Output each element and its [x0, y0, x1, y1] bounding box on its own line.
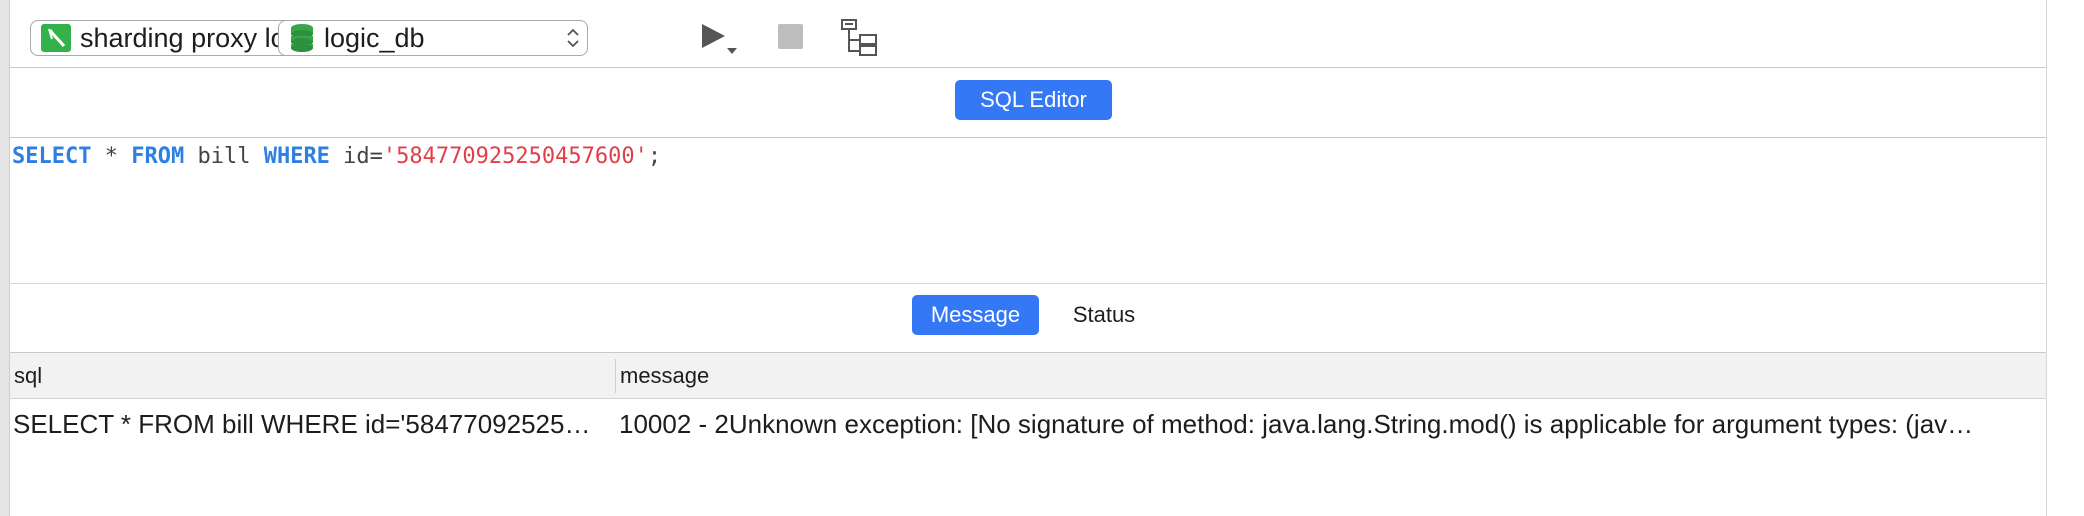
database-select-label: logic_db: [324, 22, 425, 53]
result-grid-header: sql message: [10, 353, 2046, 399]
sql-text: bill: [184, 144, 264, 169]
column-header-message[interactable]: message: [616, 353, 2044, 399]
sql-editor[interactable]: SELECT * FROM bill WHERE id='58477092525…: [10, 138, 2046, 284]
database-select[interactable]: logic_db: [278, 20, 588, 56]
sql-keyword: WHERE: [263, 144, 330, 169]
sql-string-literal: '584770925250457600': [382, 144, 648, 169]
run-query-button[interactable]: [697, 18, 745, 58]
query-toolbar: sharding proxy logic logic_db: [10, 0, 2046, 68]
window-right-edge: [2046, 0, 2084, 516]
sql-text: id=: [329, 144, 383, 169]
table-row[interactable]: SELECT * FROM bill WHERE id='58477092525…: [10, 399, 2046, 449]
tab-status[interactable]: Status: [1050, 295, 1158, 335]
column-header-sql[interactable]: sql: [10, 353, 614, 399]
explain-plan-icon: [840, 19, 880, 62]
stop-query-button[interactable]: [778, 24, 803, 49]
window-left-edge: [0, 0, 10, 516]
select-arrows-icon: [565, 26, 581, 50]
tab-message[interactable]: Message: [912, 295, 1039, 335]
sql-text: *: [91, 144, 132, 169]
result-tab-bar: Message Status: [10, 284, 2046, 353]
cell-message[interactable]: 10002 - 2Unknown exception: [No signatur…: [616, 399, 2044, 449]
sql-text: ;: [647, 144, 662, 169]
sql-keyword: FROM: [131, 144, 185, 169]
explain-plan-button[interactable]: [840, 18, 880, 58]
connection-icon: [41, 24, 71, 52]
play-icon: [697, 24, 745, 62]
sql-editor-tab[interactable]: SQL Editor: [955, 80, 1112, 120]
sql-keyword: SELECT: [12, 144, 92, 169]
cell-sql[interactable]: SELECT * FROM bill WHERE id='58477092525…: [10, 399, 608, 449]
database-icon: [289, 23, 315, 53]
editor-tab-bar: SQL Editor: [10, 68, 2046, 138]
